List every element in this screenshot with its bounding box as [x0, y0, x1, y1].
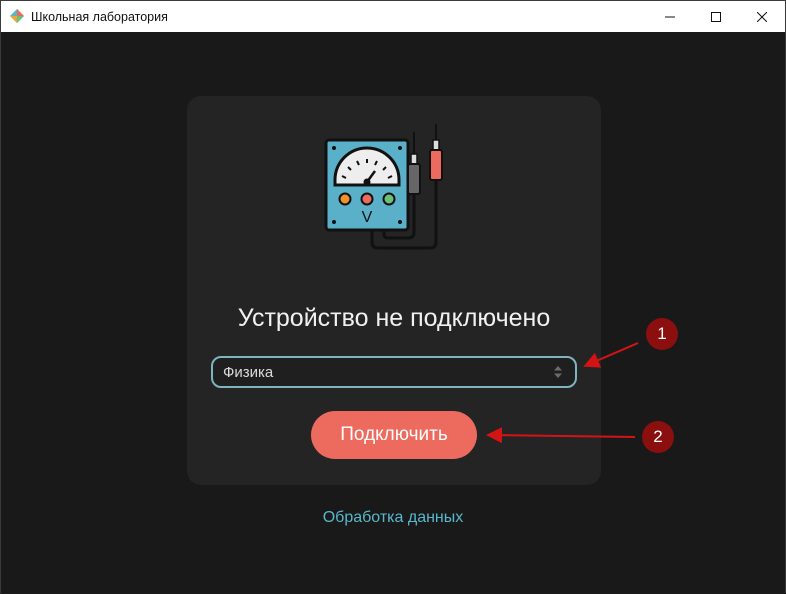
app-logo-icon — [10, 9, 24, 23]
annotation-marker-2: 2 — [642, 421, 674, 453]
minimize-button[interactable] — [647, 1, 693, 32]
minimize-icon — [665, 16, 675, 17]
data-processing-link[interactable]: Обработка данных — [1, 508, 785, 528]
window-title: Школьная лаборатория — [31, 10, 168, 24]
main-content: V Устройство не подключено Физика Подклю… — [1, 32, 785, 593]
select-updown-icon — [554, 366, 562, 378]
maximize-icon — [711, 11, 721, 22]
connection-card: V Устройство не подключено Физика Подклю… — [187, 96, 601, 485]
maximize-button[interactable] — [693, 1, 739, 32]
subject-select-value: Физика — [223, 364, 274, 381]
app-window: Школьная лаборатория V Устройство не под… — [0, 0, 786, 593]
subject-select[interactable]: Физика — [211, 356, 577, 388]
annotation-marker-1: 1 — [646, 318, 678, 350]
meter-unit-label: V — [362, 209, 373, 226]
title-bar[interactable]: Школьная лаборатория — [1, 1, 785, 32]
device-status-title: Устройство не подключено — [237, 304, 551, 332]
connect-button[interactable]: Подключить — [311, 411, 477, 459]
close-icon — [757, 11, 767, 22]
close-button[interactable] — [739, 1, 785, 32]
voltmeter-with-probes-icon: V — [324, 124, 443, 250]
